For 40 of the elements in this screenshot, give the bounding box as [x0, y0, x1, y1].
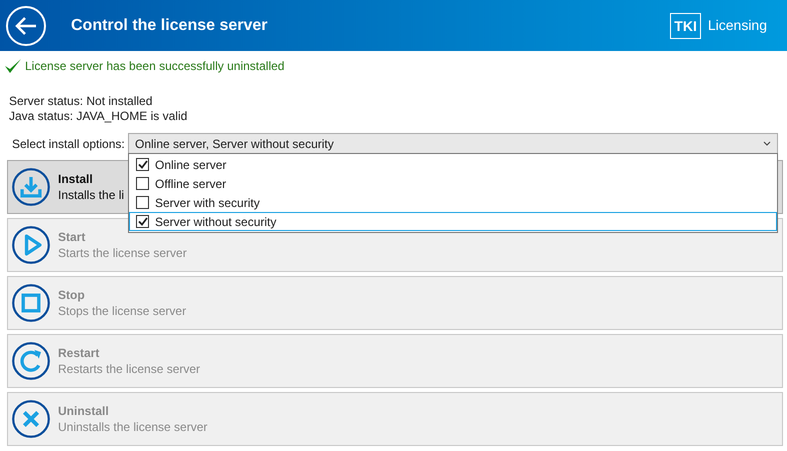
status-line: Server status: Not installed — [9, 94, 154, 109]
option-item[interactable]: Offline server — [129, 174, 777, 193]
action-title: Install — [58, 171, 94, 187]
check-icon — [138, 160, 148, 169]
action-title: Uninstall — [58, 403, 110, 419]
install-icon — [11, 167, 51, 207]
page-title: Control the license server — [71, 16, 268, 36]
action-title: Stop — [58, 287, 86, 303]
action-title: Restart — [58, 345, 100, 361]
logo-mark: TKI — [670, 12, 701, 38]
uninstall-icon — [11, 399, 51, 439]
install-options-label: Select install options: — [12, 136, 126, 152]
checkmark-icon — [4, 58, 22, 74]
action-description: Starts the license server — [58, 245, 187, 261]
restart-icon — [11, 341, 51, 381]
option-item[interactable]: Online server — [129, 155, 777, 174]
stop-icon — [11, 283, 51, 323]
option-label: Server with security — [155, 194, 260, 212]
install-options-dropdown[interactable]: Online server, Server without security — [128, 133, 778, 154]
option-checkbox[interactable] — [136, 215, 149, 228]
logo-text: Licensing — [708, 16, 767, 35]
option-item[interactable]: Server with security — [129, 193, 777, 212]
status-line: Java status: JAVA_HOME is valid — [9, 109, 188, 124]
option-label: Offline server — [155, 176, 226, 192]
status-message: License server has been successfully uninstalled — [25, 58, 284, 75]
chevron-down-icon — [763, 141, 771, 146]
option-checkbox[interactable] — [136, 177, 149, 190]
option-checkbox[interactable] — [136, 158, 149, 171]
action-description: Restarts the license server — [58, 361, 200, 377]
option-label: Online server — [155, 156, 226, 174]
action-description: Stops the license server — [58, 303, 186, 319]
action-description: Installs the li — [58, 187, 124, 203]
action-title: Start — [58, 229, 86, 245]
check-icon — [138, 217, 148, 226]
action-description: Uninstalls the license server — [58, 419, 208, 435]
option-checkbox[interactable] — [136, 196, 149, 209]
back-arrow-icon — [14, 16, 38, 36]
start-icon — [11, 225, 51, 265]
option-item[interactable]: Server without security — [129, 212, 777, 231]
back-button[interactable] — [6, 6, 46, 46]
